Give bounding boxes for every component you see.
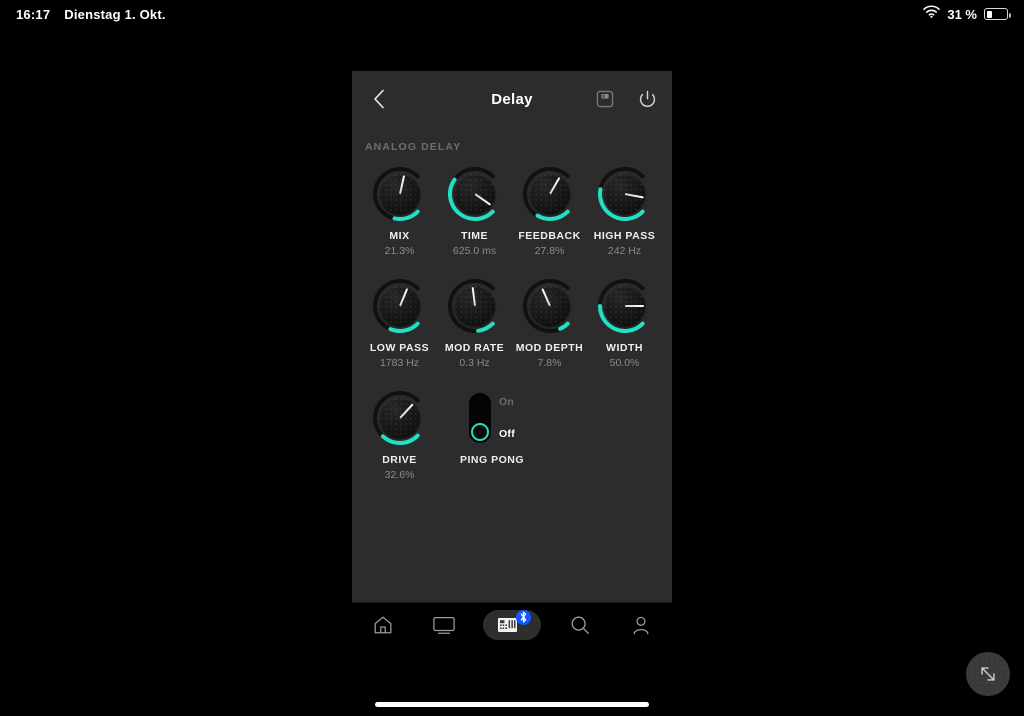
- chevron-left-icon: [374, 89, 384, 109]
- knob-value: 32.6%: [384, 469, 415, 481]
- knob-label: WIDTH: [606, 342, 643, 354]
- knob-mod-depth[interactable]: MOD DEPTH 7.8%: [512, 277, 587, 369]
- page-title: Delay: [491, 90, 533, 108]
- panel-header: Delay: [352, 71, 672, 127]
- status-bar: 16:17 Dienstag 1. Okt. 31 %: [0, 0, 1024, 28]
- home-indicator: [375, 702, 649, 707]
- knob-label: MOD DEPTH: [515, 342, 584, 354]
- knob-grid: MIX 21.3% TIME 625.0 ms FEEDBACK 27.8% HIGH…: [352, 153, 672, 481]
- knob-dial[interactable]: [371, 277, 429, 335]
- mixer-device-icon: [497, 609, 531, 635]
- status-date: Dienstag 1. Okt.: [64, 6, 166, 22]
- knob-high-pass[interactable]: HIGH PASS 242 Hz: [587, 165, 662, 257]
- knob-dial[interactable]: [446, 277, 504, 335]
- toggle-label-off[interactable]: Off: [499, 428, 515, 440]
- status-time: 16:17: [16, 6, 51, 22]
- person-icon: [633, 616, 649, 634]
- knob-dial[interactable]: [521, 165, 579, 223]
- knob-label: MOD RATE: [444, 342, 505, 354]
- toggle-control[interactable]: On Off: [468, 389, 515, 447]
- home-icon: [374, 616, 392, 633]
- knob-value: 242 Hz: [607, 245, 642, 257]
- toggle-ping-pong[interactable]: On Off PING PONG: [437, 389, 547, 481]
- toggle-label-on[interactable]: On: [499, 396, 515, 408]
- knob-label: HIGH PASS: [593, 230, 656, 242]
- account-tab[interactable]: [619, 609, 663, 641]
- toggle-track[interactable]: [468, 393, 491, 443]
- resize-window-button[interactable]: [966, 652, 1010, 696]
- home-tab[interactable]: [361, 609, 405, 641]
- search-icon: [571, 616, 590, 634]
- knob-label: FEEDBACK: [518, 230, 581, 242]
- header-actions: [594, 88, 658, 110]
- resize-diagonal-icon: [981, 667, 995, 681]
- section-label: ANALOG DELAY: [365, 141, 462, 153]
- knob-value: 1783 Hz: [379, 357, 420, 369]
- knob-drive[interactable]: DRIVE 32.6%: [362, 389, 437, 481]
- wifi-icon: [923, 5, 941, 23]
- search-tab[interactable]: [558, 609, 602, 641]
- display-tab[interactable]: [422, 609, 466, 641]
- knob-value: 21.3%: [384, 245, 415, 257]
- knob-row-2: LOW PASS 1783 Hz MOD RATE 0.3 Hz MOD DEPTH…: [362, 277, 662, 369]
- knob-row-1: MIX 21.3% TIME 625.0 ms FEEDBACK 27.8% HIGH…: [362, 165, 662, 257]
- status-bar-right: 31 %: [923, 5, 1011, 23]
- battery-fill: [986, 10, 993, 18]
- power-icon: [639, 90, 655, 107]
- knob-value: 0.3 Hz: [459, 357, 490, 369]
- knob-label: DRIVE: [382, 454, 417, 466]
- knob-value: 625.0 ms: [452, 245, 497, 257]
- knob-value: 50.0%: [609, 357, 640, 369]
- knob-mod-rate[interactable]: MOD RATE 0.3 Hz: [437, 277, 512, 369]
- knob-dial[interactable]: [371, 165, 429, 223]
- effect-panel: Delay ANALOG DELAY MIX 21.3% TIME 625.0 …: [352, 71, 672, 602]
- knob-pointer: [624, 305, 644, 307]
- knob-width[interactable]: WIDTH 50.0%: [587, 277, 662, 369]
- toggle-labels: On Off: [499, 396, 515, 440]
- back-button[interactable]: [365, 85, 393, 113]
- knob-dial[interactable]: [446, 165, 504, 223]
- knob-row-3: DRIVE 32.6% On Off PING PONG: [362, 389, 662, 481]
- bluetooth-icon: [515, 609, 531, 625]
- power-button[interactable]: [636, 88, 658, 110]
- knob-label: MIX: [389, 230, 410, 242]
- knob-value: 27.8%: [534, 245, 565, 257]
- knob-value: 7.8%: [537, 357, 562, 369]
- knob-dial[interactable]: [596, 165, 654, 223]
- toggle-name: PING PONG: [459, 454, 524, 466]
- knob-dial[interactable]: [521, 277, 579, 335]
- knob-feedback[interactable]: FEEDBACK 27.8%: [512, 165, 587, 257]
- knob-label: TIME: [460, 230, 489, 242]
- save-button[interactable]: [594, 88, 616, 110]
- monitor-icon: [433, 616, 455, 634]
- knob-label: LOW PASS: [369, 342, 430, 354]
- knob-dial[interactable]: [596, 277, 654, 335]
- save-floppy-icon: [596, 90, 614, 108]
- battery-percent-label: 31 %: [947, 6, 977, 22]
- tab-bar: [352, 602, 672, 646]
- battery-icon: [984, 8, 1011, 20]
- screen: 16:17 Dienstag 1. Okt. 31 % Delay ANALOG…: [0, 0, 1024, 716]
- knob-low-pass[interactable]: LOW PASS 1783 Hz: [362, 277, 437, 369]
- knob-dial-drive[interactable]: [371, 389, 429, 447]
- toggle-knob[interactable]: [470, 423, 489, 441]
- knob-time[interactable]: TIME 625.0 ms: [437, 165, 512, 257]
- devices-tab[interactable]: [482, 609, 541, 640]
- status-bar-left: 16:17 Dienstag 1. Okt.: [16, 7, 166, 22]
- knob-mix[interactable]: MIX 21.3%: [362, 165, 437, 257]
